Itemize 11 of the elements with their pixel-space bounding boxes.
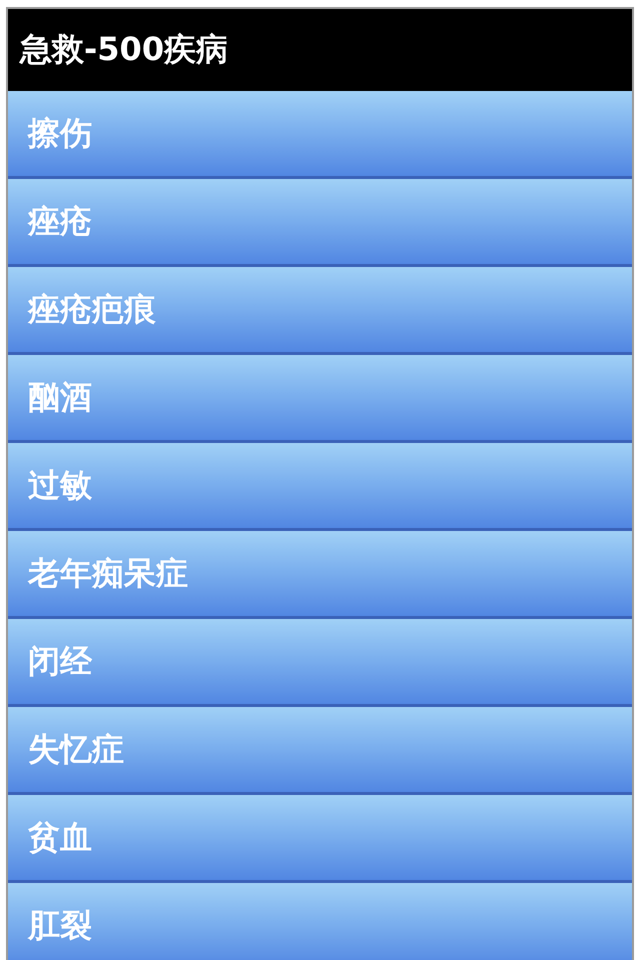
list-item[interactable]: 贫血	[8, 795, 632, 883]
list-item[interactable]: 痤疮	[8, 179, 632, 267]
list-item[interactable]: 老年痴呆症	[8, 531, 632, 619]
app-title: 急救-500疾病	[20, 29, 228, 70]
list-item[interactable]: 失忆症	[8, 707, 632, 795]
list-item[interactable]: 痤疮疤痕	[8, 267, 632, 355]
list-item[interactable]: 擦伤	[8, 91, 632, 179]
list-item[interactable]: 肛裂	[8, 883, 632, 960]
list-item[interactable]: 闭经	[8, 619, 632, 707]
list-item[interactable]: 过敏	[8, 443, 632, 531]
list-item[interactable]: 酗酒	[8, 355, 632, 443]
